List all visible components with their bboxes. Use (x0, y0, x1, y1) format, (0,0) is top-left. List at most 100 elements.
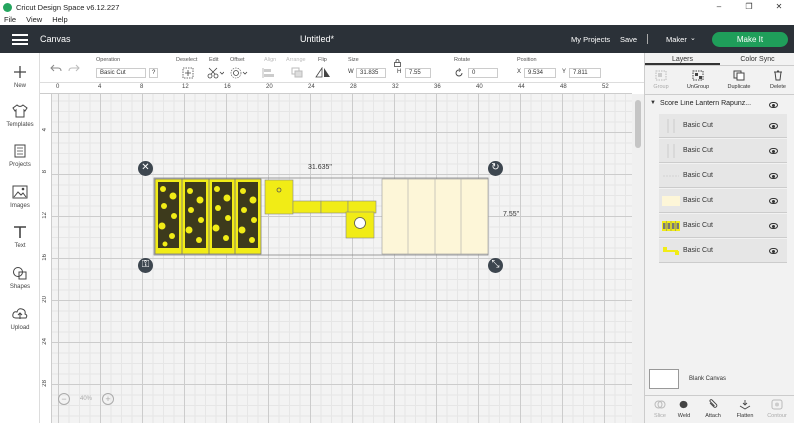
align-icon[interactable] (262, 67, 278, 79)
layer-group-header[interactable]: ▼ Score Line Lantern Rapunz... (645, 99, 794, 111)
offset-icon[interactable] (230, 67, 248, 79)
tab-layers[interactable]: Layers (645, 53, 720, 65)
size-label: Size (348, 57, 359, 63)
undo-icon[interactable] (50, 63, 62, 73)
shirt-icon (12, 104, 28, 118)
offset-label: Offset (230, 57, 245, 63)
rotate-input[interactable]: 0 (468, 68, 498, 78)
lock-icon[interactable] (394, 59, 401, 67)
save-button[interactable]: Save (620, 35, 637, 44)
rotate-handle-icon[interactable]: ↻ (488, 161, 503, 176)
eye-icon[interactable] (769, 148, 778, 154)
layer-row[interactable]: Basic Cut (659, 214, 787, 238)
layer-name: Basic Cut (683, 197, 713, 204)
weld-button[interactable]: Weld (669, 399, 699, 419)
rotate-group: Rotate (454, 57, 470, 63)
align-group: Align (264, 57, 276, 63)
sidebar-item-shapes[interactable]: Shapes (0, 266, 40, 290)
offset-group: Offset (230, 57, 245, 63)
make-it-button[interactable]: Make It (712, 32, 788, 47)
flip-group: Flip (318, 57, 327, 63)
ruler-tick-label: 48 (560, 84, 567, 90)
height-input[interactable]: 7.55 (405, 68, 431, 78)
sidebar-item-images[interactable]: Images (0, 185, 40, 209)
height-dimension-label: 7.55" (503, 211, 520, 218)
layer-row[interactable]: Basic Cut (659, 239, 787, 263)
operation-group: Operation (96, 57, 120, 63)
eye-icon[interactable] (769, 102, 778, 108)
menu-help[interactable]: Help (52, 15, 67, 24)
duplicate-button[interactable]: Duplicate (724, 70, 754, 90)
eye-icon[interactable] (769, 123, 778, 129)
eye-icon[interactable] (769, 198, 778, 204)
arrange-icon[interactable] (290, 67, 306, 79)
hamburger-menu-icon[interactable] (12, 34, 28, 45)
machine-selector[interactable]: Maker (666, 35, 687, 44)
width-input[interactable]: 31.835 (356, 68, 386, 78)
layer-row[interactable]: Basic Cut (659, 139, 787, 163)
lock-handle-icon[interactable]: ⚿ (138, 258, 153, 273)
my-projects-link[interactable]: My Projects (571, 35, 610, 44)
ungroup-button[interactable]: UnGroup (683, 70, 713, 90)
eye-icon[interactable] (769, 248, 778, 254)
arrange-group: Arrange (286, 57, 306, 63)
menu-view[interactable]: View (26, 15, 42, 24)
group-button[interactable]: Group (646, 70, 676, 90)
tab-color-sync[interactable]: Color Sync (720, 53, 794, 65)
eye-icon[interactable] (769, 173, 778, 179)
sidebar-item-text[interactable]: Text (0, 225, 40, 249)
contour-button[interactable]: Contour (762, 399, 792, 419)
ungroup-icon (692, 70, 704, 81)
minimize-icon[interactable]: – (704, 0, 734, 14)
restore-icon[interactable]: ❐ (734, 0, 764, 14)
ruler-tick-label: 8 (140, 84, 144, 90)
section-title: Canvas (40, 34, 71, 44)
layer-row[interactable]: Basic Cut (659, 189, 787, 213)
design-canvas[interactable]: ✕ ↻ ⚿ ⤡ 31.635" 7.55" (52, 94, 632, 423)
zoom-in-button[interactable]: + (102, 393, 114, 405)
eye-icon[interactable] (769, 223, 778, 229)
layer-name: Basic Cut (683, 147, 713, 154)
layer-row[interactable]: Basic Cut (659, 164, 787, 188)
flatten-button[interactable]: Flatten (730, 399, 760, 419)
flip-icon[interactable] (315, 67, 333, 79)
sidebar-item-templates[interactable]: Templates (0, 104, 40, 128)
edit-scissors-icon[interactable] (206, 67, 224, 79)
attach-button[interactable]: Attach (698, 399, 728, 419)
resize-handle-icon[interactable]: ⤡ (488, 258, 503, 273)
ruler-vertical: 4 8 12 16 20 24 28 (40, 94, 52, 423)
deselect-icon[interactable] (182, 67, 194, 79)
canvas-color-swatch[interactable] (649, 369, 679, 389)
close-window-icon[interactable]: ✕ (764, 0, 794, 14)
x-position-input[interactable]: 9.534 (524, 68, 556, 78)
delete-button[interactable]: Delete (763, 70, 793, 90)
sidebar-item-label: Images (10, 203, 30, 209)
layer-group-name: Score Line Lantern Rapunz... (660, 100, 752, 107)
canvas-scrollbar[interactable] (632, 94, 644, 423)
collapse-arrow-icon[interactable]: ▼ (650, 100, 656, 106)
paperclip-icon (709, 399, 718, 408)
zoom-out-button[interactable]: − (58, 393, 70, 405)
ruler-horizontal: 0 4 8 12 16 20 24 28 32 36 40 44 48 52 (40, 83, 632, 94)
sidebar-item-projects[interactable]: Projects (0, 144, 40, 168)
blank-canvas-row[interactable]: Blank Canvas (649, 367, 791, 391)
operation-help-button[interactable]: ? (149, 68, 158, 78)
operation-select[interactable]: Basic Cut (96, 68, 146, 78)
close-selection-icon[interactable]: ✕ (138, 161, 153, 176)
rotate-icon (455, 68, 463, 77)
scrollbar-thumb[interactable] (635, 100, 641, 148)
y-position-input[interactable]: 7.811 (569, 68, 601, 78)
menu-file[interactable]: File (4, 15, 16, 24)
width-dimension-label: 31.635" (308, 164, 332, 171)
redo-icon[interactable] (68, 63, 80, 73)
sidebar-item-upload[interactable]: Upload (0, 307, 40, 331)
chevron-down-icon[interactable]: ⌄ (690, 34, 696, 42)
group-icon (655, 70, 667, 81)
ruler-tick-label: 4 (98, 84, 102, 90)
projects-icon (14, 144, 26, 158)
layer-row[interactable]: Basic Cut (659, 114, 787, 138)
y-prefix: Y (562, 69, 567, 75)
sidebar-item-new[interactable]: New (0, 65, 40, 89)
sidebar-item-label: Projects (9, 162, 31, 168)
ruler-tick-label: 32 (392, 84, 399, 90)
